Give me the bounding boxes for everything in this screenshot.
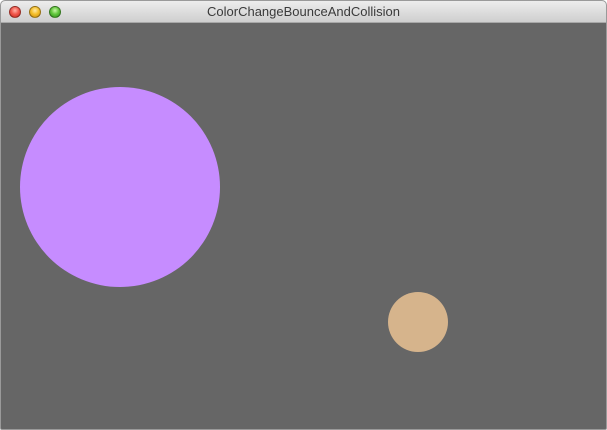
small-ball (388, 292, 448, 352)
title-bar[interactable]: ColorChangeBounceAndCollision (1, 1, 606, 23)
app-window: ColorChangeBounceAndCollision (0, 0, 607, 430)
window-title: ColorChangeBounceAndCollision (207, 4, 400, 19)
large-ball (20, 87, 220, 287)
sketch-canvas[interactable] (1, 23, 606, 429)
